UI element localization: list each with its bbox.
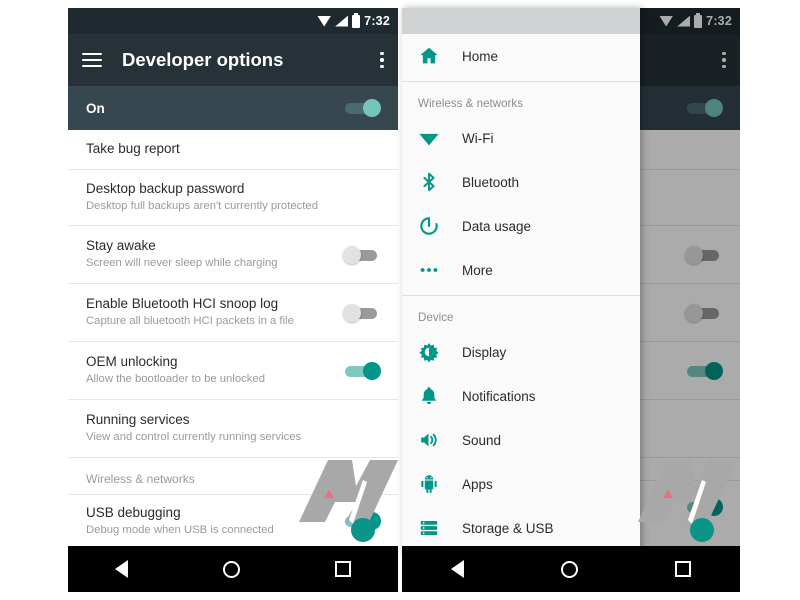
storage-icon (418, 517, 440, 539)
apps-android-icon (418, 473, 440, 495)
status-bar-left: 7:32 (68, 8, 398, 34)
list-item-title: Stay awake (86, 238, 156, 254)
more-icon (418, 259, 440, 281)
section-header-wireless-networks: Wireless & networks (68, 458, 398, 495)
drawer-item-storage-usb[interactable]: Storage & USB (402, 506, 640, 550)
drawer-status-gap (402, 8, 640, 34)
master-switch[interactable] (344, 99, 381, 117)
system-navigation-bar-left (68, 546, 398, 592)
list-item-title: Take bug report (86, 141, 180, 157)
hci-snoop-switch[interactable] (343, 303, 380, 322)
list-item-subtitle: Screen will never sleep while charging (86, 257, 278, 270)
home-circle-icon[interactable] (560, 560, 578, 578)
drawer-item-label: Sound (462, 432, 502, 448)
drawer-item-more[interactable]: More (402, 248, 640, 292)
screenshot-stage: 7:32 7:32 Developer options On Take bug … (0, 0, 800, 600)
drawer-item-sound[interactable]: Sound (402, 418, 640, 462)
toolbar-left: Developer options (68, 34, 398, 86)
list-item-title: USB debugging (86, 504, 181, 520)
home-circle-icon[interactable] (222, 560, 240, 578)
overflow-menu-icon[interactable] (722, 51, 726, 69)
list-item-usb-debugging[interactable]: USB debugging Debug mode when USB is con… (68, 495, 398, 547)
recents-square-icon[interactable] (675, 561, 692, 577)
status-bar-time: 7:32 (706, 14, 732, 28)
system-navigation-bar-right (402, 546, 740, 592)
oem-unlocking-switch[interactable] (344, 361, 381, 380)
signal-icon (677, 15, 691, 27)
drawer-item-bluetooth[interactable]: Bluetooth (402, 160, 640, 204)
drawer-item-apps[interactable]: Apps (402, 462, 640, 506)
phone-panel-left: 7:32 Developer options On Take bug repor… (68, 8, 398, 592)
list-item-take-bug-report[interactable]: Take bug report (68, 130, 398, 170)
wifi-icon (317, 15, 332, 27)
notifications-bell-icon (418, 385, 440, 407)
list-item-subtitle: Debug mode when USB is connected (86, 523, 274, 536)
signal-icon (335, 15, 349, 27)
usb-debugging-switch-right[interactable] (686, 498, 723, 516)
list-item-oem-unlocking[interactable]: OEM unlocking Allow the bootloader to be… (68, 342, 398, 400)
list-item-title: OEM unlocking (86, 354, 178, 370)
drawer-item-label: Home (462, 48, 499, 64)
settings-list: Take bug report Desktop backup password … (68, 130, 398, 547)
list-item-title: Enable Bluetooth HCI snoop log (86, 296, 279, 312)
list-item-title: Running services (86, 412, 190, 428)
hci-snoop-switch-right[interactable] (685, 303, 722, 322)
drawer-item-wifi[interactable]: Wi-Fi (402, 116, 640, 160)
divider (402, 81, 640, 82)
drawer-section-wireless: Wireless & networks (418, 97, 524, 110)
list-item-subtitle: Allow the bootloader to be unlocked (86, 373, 265, 386)
list-item-subtitle: Capture all bluetooth HCI packets in a f… (86, 315, 294, 328)
list-item-stay-awake[interactable]: Stay awake Screen will never sleep while… (68, 226, 398, 284)
drawer-item-label: Bluetooth (462, 174, 520, 190)
sound-speaker-icon (418, 429, 440, 451)
display-icon (418, 341, 440, 363)
home-icon (418, 45, 440, 67)
master-switch-label: On (86, 100, 105, 116)
hamburger-icon[interactable] (82, 53, 102, 67)
drawer-section-device: Device (418, 311, 454, 324)
drawer-item-label: Data usage (462, 218, 532, 234)
drawer-item-data-usage[interactable]: Data usage (402, 204, 640, 248)
page-title: Developer options (122, 49, 284, 70)
master-switch-right[interactable] (686, 99, 723, 117)
bluetooth-icon (418, 171, 440, 193)
list-item-subtitle: View and control currently running servi… (86, 431, 302, 444)
drawer-item-label: Notifications (462, 388, 536, 404)
battery-icon (352, 12, 361, 28)
drawer-item-home[interactable]: Home (402, 34, 640, 78)
battery-icon (694, 12, 703, 28)
drawer-item-label: Wi-Fi (462, 130, 494, 146)
list-item-title: Desktop backup password (86, 181, 245, 197)
wifi-icon (659, 15, 674, 27)
list-item-subtitle: Desktop full backups aren't currently pr… (86, 200, 318, 213)
back-icon[interactable] (450, 560, 464, 578)
usb-debugging-switch[interactable] (344, 512, 381, 530)
drawer-item-label: More (462, 262, 493, 278)
back-icon[interactable] (115, 560, 129, 578)
drawer-item-display[interactable]: Display (402, 330, 640, 374)
drawer-item-label: Storage & USB (462, 520, 554, 536)
stay-awake-switch-right[interactable] (685, 245, 722, 264)
master-switch-row[interactable]: On (68, 86, 398, 130)
list-item-bluetooth-hci-snoop-log[interactable]: Enable Bluetooth HCI snoop log Capture a… (68, 284, 398, 342)
recents-square-icon[interactable] (334, 561, 351, 577)
oem-unlocking-switch-right[interactable] (686, 361, 723, 380)
overflow-menu-icon[interactable] (380, 51, 384, 69)
drawer-item-label: Display (462, 344, 507, 360)
navigation-drawer: Home Wireless & networks Wi-Fi Bluetooth (402, 8, 640, 554)
status-bar-time: 7:32 (364, 14, 390, 28)
data-usage-icon (418, 215, 440, 237)
divider (402, 295, 640, 296)
list-item-running-services[interactable]: Running services View and control curren… (68, 400, 398, 458)
wifi-icon (418, 127, 440, 149)
stay-awake-switch[interactable] (343, 245, 380, 264)
list-item-desktop-backup-password[interactable]: Desktop backup password Desktop full bac… (68, 170, 398, 226)
drawer-item-notifications[interactable]: Notifications (402, 374, 640, 418)
drawer-item-label: Apps (462, 476, 493, 492)
